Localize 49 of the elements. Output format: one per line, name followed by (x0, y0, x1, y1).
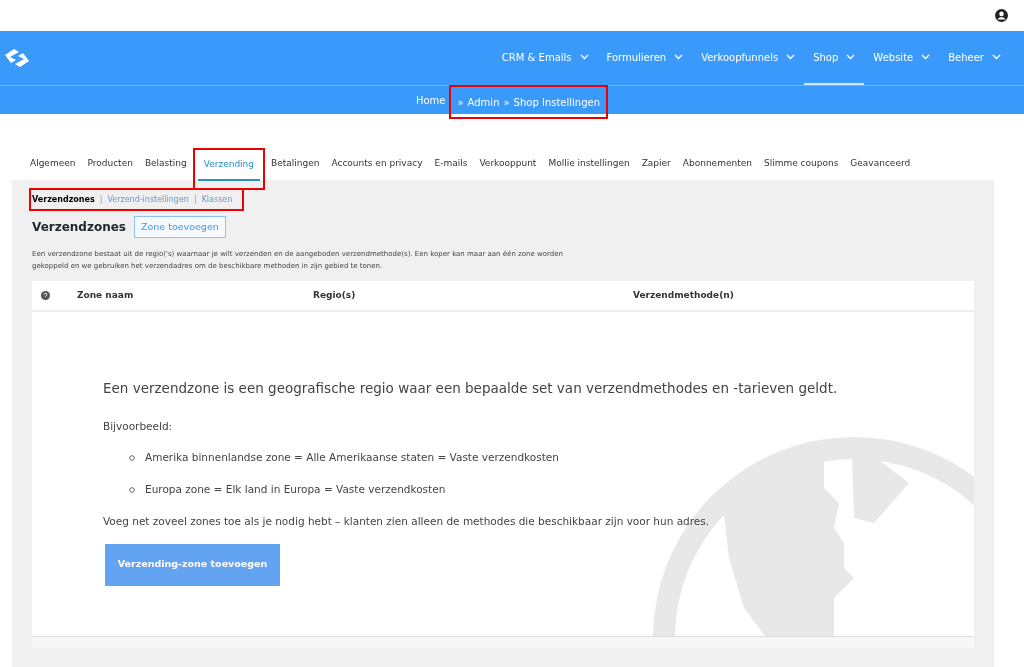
nav-menu-item[interactable]: Website (864, 31, 940, 85)
settings-tab[interactable]: Betalingen (265, 150, 326, 180)
settings-tab[interactable]: Mollie instellingen (542, 150, 636, 180)
chevron-down-icon (579, 54, 589, 60)
nav-menu-item[interactable]: CRM & Emails (492, 31, 598, 85)
add-zone-button[interactable]: Zone toevoegen (134, 216, 226, 239)
user-icon[interactable] (995, 9, 1008, 22)
chevron-down-icon (921, 54, 931, 60)
column-header: Verzendmethode(n) (633, 289, 734, 302)
chevron-down-icon (674, 54, 684, 60)
settings-tab[interactable]: Producten (81, 150, 139, 180)
settings-tab[interactable]: Geavanceerd (844, 150, 917, 180)
help-icon[interactable] (41, 291, 50, 301)
settings-tab[interactable]: Accounts en privacy (325, 150, 429, 180)
add-shipping-zone-button[interactable]: Verzending-zone toevoegen (105, 543, 280, 586)
settings-tab[interactable]: E-mails (428, 150, 474, 180)
empty-state-note: Voeg net zoveel zones toe als je nodig hebt – klanten zien alleen de methodes die beschikbaar zijn voor hun adres. (103, 513, 711, 529)
settings-tab[interactable]: Abonnementen (676, 150, 758, 180)
subnav-separator: | (193, 193, 197, 206)
settings-tab[interactable]: Slimme coupons (757, 150, 845, 180)
breadcrumb-separator: » (457, 95, 464, 110)
logo-icon[interactable] (2, 47, 32, 69)
breadcrumb-separator: » (503, 95, 510, 110)
bullet-icon (129, 455, 135, 462)
subnav-link[interactable]: Verzendzones (32, 193, 95, 206)
subnav-link[interactable]: Klassen (201, 193, 233, 206)
chevron-down-icon (992, 54, 1001, 60)
example-intro: Bijvoorbeeld: (103, 418, 174, 434)
bullet-icon (129, 486, 135, 493)
nav-menu-item[interactable]: Verkoopfunnels (692, 31, 805, 85)
column-header: Regio(s) (313, 289, 357, 302)
chevron-down-icon (846, 54, 856, 60)
nav-menu-item[interactable]: Beheer (939, 31, 1010, 85)
settings-tab[interactable]: Verkooppunt (473, 150, 543, 180)
breadcrumb-link[interactable]: Shop Instellingen (513, 94, 601, 110)
column-header: Zone naam (77, 289, 135, 302)
subnav-link[interactable]: Verzend-instellingen (107, 193, 189, 206)
settings-tab[interactable]: Belasting (138, 150, 193, 180)
section-title: Verzendzones (32, 219, 126, 237)
settings-tab[interactable]: Zapier (635, 150, 677, 180)
settings-tab[interactable]: Algemeen (24, 150, 82, 180)
breadcrumb-link[interactable]: Home (415, 92, 446, 108)
chevron-down-icon (786, 54, 796, 60)
empty-state-heading: Een verzendzone is een geografische regio waar een bepaalde set van verzendmethodes en -tarieven geldt. (103, 379, 839, 399)
example-item: Europa zone = Elk land in Europa = Vaste verzendkosten (145, 482, 446, 497)
subnav-separator: | (99, 193, 103, 206)
nav-menu-item[interactable]: Formulieren (597, 31, 693, 85)
breadcrumb-link[interactable]: Admin (467, 94, 500, 110)
example-item: Amerika binnenlandse zone = Alle Amerikaanse staten = Vaste verzendkosten (145, 450, 559, 466)
